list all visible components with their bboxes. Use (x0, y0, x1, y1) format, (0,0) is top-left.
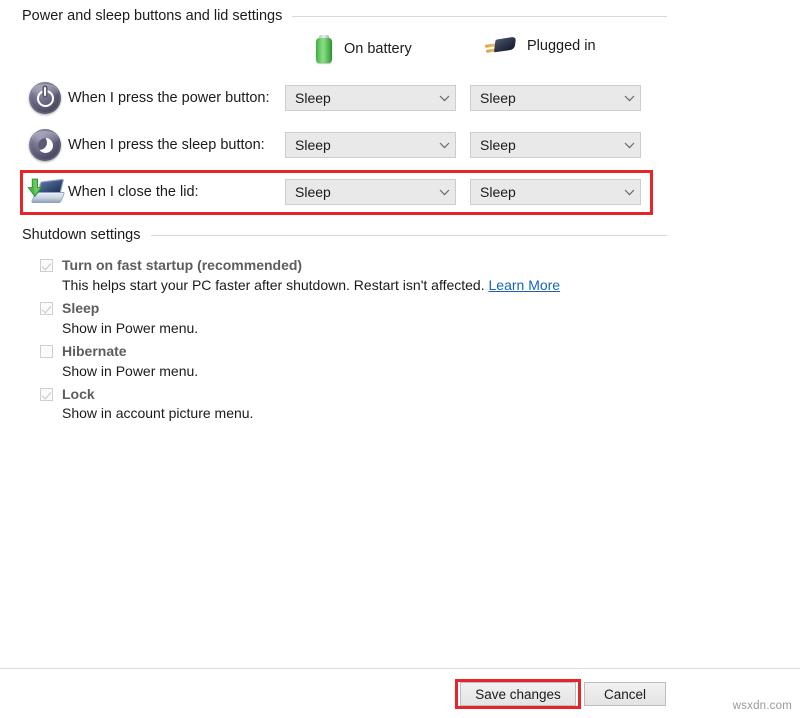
checkbox-row-fast-startup[interactable]: Turn on fast startup (recommended) (40, 257, 302, 273)
power-button-icon (22, 82, 68, 114)
dropdown-power-button-plugged-in-value: Sleep (480, 90, 618, 106)
column-header-on-battery-label: On battery (344, 41, 412, 57)
checkbox-row-lock[interactable]: Lock (40, 386, 95, 402)
cancel-button[interactable]: Cancel (584, 682, 666, 706)
dropdown-sleep-button-on-battery-value: Sleep (295, 137, 433, 153)
checkbox-label-sleep: Sleep (62, 300, 99, 316)
dropdown-sleep-button-plugged-in-value: Sleep (480, 137, 618, 153)
checkbox-hibernate[interactable] (40, 345, 53, 358)
checkbox-row-hibernate[interactable]: Hibernate (40, 343, 127, 359)
save-changes-button[interactable]: Save changes (460, 682, 576, 706)
green-down-arrow-icon (26, 178, 43, 198)
power-plug-icon (485, 34, 517, 58)
heading-rule (292, 16, 667, 17)
description-hibernate: Show in Power menu. (62, 363, 198, 379)
checkbox-fast-startup[interactable] (40, 259, 53, 272)
learn-more-link[interactable]: Learn More (489, 277, 561, 293)
bottom-divider (0, 668, 800, 669)
dropdown-close-lid-plugged-in-value: Sleep (480, 184, 618, 200)
power-section-heading: Power and sleep buttons and lid settings (22, 8, 667, 24)
description-fast-startup: This helps start your PC faster after sh… (62, 277, 560, 293)
chevron-down-icon (618, 95, 640, 102)
description-lock: Show in account picture menu. (62, 405, 253, 421)
description-fast-startup-text: This helps start your PC faster after sh… (62, 277, 485, 293)
shutdown-section-title: Shutdown settings (22, 227, 141, 243)
checkbox-label-hibernate: Hibernate (62, 343, 127, 359)
dropdown-close-lid-on-battery[interactable]: Sleep (285, 179, 456, 205)
column-header-on-battery: On battery (315, 34, 412, 64)
checkbox-sleep[interactable] (40, 302, 53, 315)
chevron-down-icon (618, 142, 640, 149)
description-sleep: Show in Power menu. (62, 320, 198, 336)
chevron-down-icon (433, 142, 455, 149)
watermark: wsxdn.com (733, 700, 792, 712)
dropdown-power-button-plugged-in[interactable]: Sleep (470, 85, 641, 111)
dropdown-sleep-button-on-battery[interactable]: Sleep (285, 132, 456, 158)
dropdown-close-lid-on-battery-value: Sleep (295, 184, 433, 200)
dropdown-power-button-on-battery[interactable]: Sleep (285, 85, 456, 111)
column-header-plugged-in-label: Plugged in (527, 38, 596, 54)
dropdown-power-button-on-battery-value: Sleep (295, 90, 433, 106)
sleep-moon-icon (22, 129, 68, 161)
chevron-down-icon (618, 189, 640, 196)
chevron-down-icon (433, 95, 455, 102)
checkbox-label-fast-startup: Turn on fast startup (recommended) (62, 257, 302, 273)
heading-rule (151, 235, 668, 236)
column-header-plugged-in: Plugged in (485, 34, 596, 58)
shutdown-section-heading: Shutdown settings (22, 227, 667, 243)
checkbox-label-lock: Lock (62, 386, 95, 402)
battery-icon (315, 34, 334, 64)
dropdown-sleep-button-plugged-in[interactable]: Sleep (470, 132, 641, 158)
power-section-title: Power and sleep buttons and lid settings (22, 8, 282, 24)
column-headers: On battery Plugged in (285, 34, 665, 68)
setting-label-sleep-button: When I press the sleep button: (68, 137, 265, 153)
setting-label-power-button: When I press the power button: (68, 90, 270, 106)
checkbox-lock[interactable] (40, 388, 53, 401)
laptop-lid-icon (22, 177, 68, 207)
dropdown-close-lid-plugged-in[interactable]: Sleep (470, 179, 641, 205)
setting-label-close-lid: When I close the lid: (68, 184, 199, 200)
checkbox-row-sleep[interactable]: Sleep (40, 300, 99, 316)
chevron-down-icon (433, 189, 455, 196)
